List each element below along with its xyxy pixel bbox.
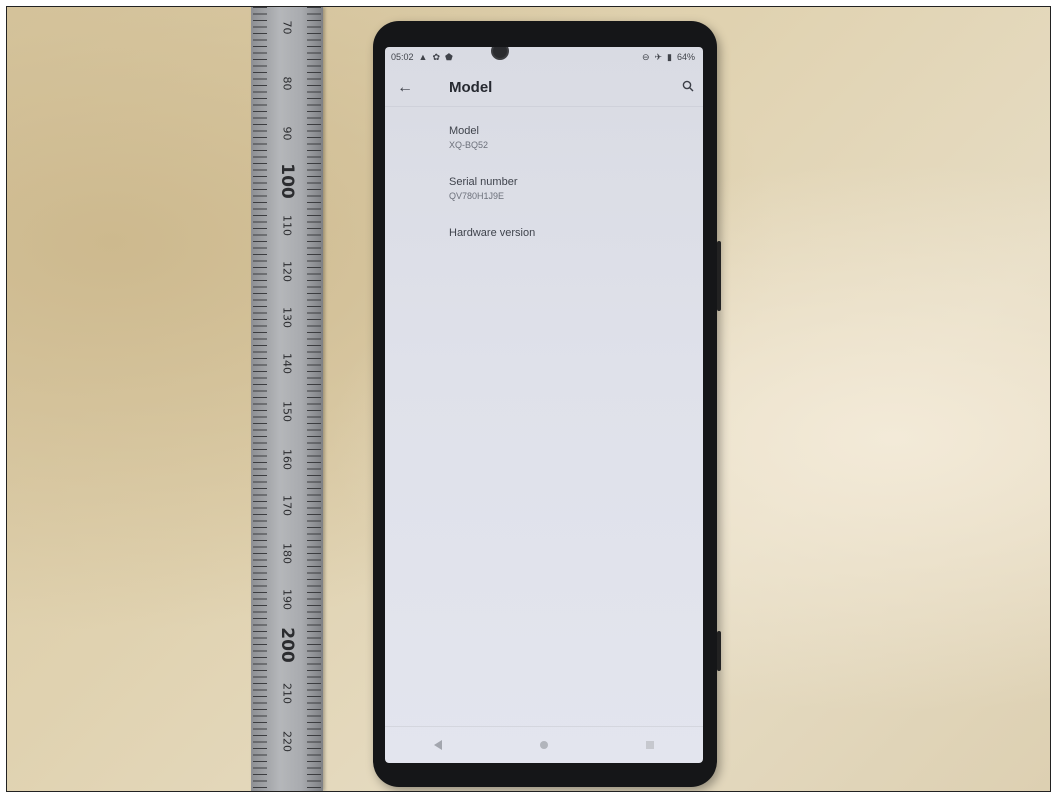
shield-icon: ⬟ <box>445 51 453 62</box>
ruler-label: 120 <box>280 261 294 282</box>
shutter-button <box>717 631 721 671</box>
airplane-icon: ✈ <box>654 51 663 62</box>
status-time: 05:02 <box>391 52 414 62</box>
power-button <box>717 241 721 311</box>
ruler-ticks-right <box>307 7 321 791</box>
ruler-ticks-left <box>253 7 267 791</box>
nav-back-icon[interactable] <box>434 740 442 750</box>
ruler-label: 130 <box>280 307 294 328</box>
item-title: Serial number <box>449 176 518 188</box>
ruler-label: 170 <box>280 495 294 516</box>
ruler-label: 180 <box>280 543 294 564</box>
list-item-serial-number[interactable]: Serial number QV780H1J9E <box>449 176 689 201</box>
item-title: Hardware version <box>449 227 536 239</box>
nav-recents-icon[interactable] <box>646 741 654 749</box>
ruler-label: 100 <box>277 163 297 199</box>
search-icon[interactable] <box>673 79 703 97</box>
ruler-label: 80 <box>280 76 294 91</box>
ruler-label: 70 <box>280 20 294 35</box>
ruler-label: 150 <box>280 401 294 422</box>
list-item-hardware-version[interactable]: Hardware version <box>449 227 689 239</box>
ruler-label: 190 <box>280 589 294 610</box>
page-title: Model <box>449 79 493 96</box>
ruler-label: 90 <box>280 126 294 141</box>
model-info-list: Model XQ-BQ52 Serial number QV780H1J9E H… <box>449 125 689 265</box>
battery-percent: 64% <box>676 52 695 62</box>
app-bar: ← Model <box>385 69 703 107</box>
phone-screen: 05:02 ▲ ✿ ⬟ ⊖ ✈ ▮ 64% ← Model Model XQ-B… <box>385 47 703 763</box>
ruler-label: 140 <box>280 353 294 374</box>
item-value: QV780H1J9E <box>449 191 505 201</box>
ruler-label: 200 <box>277 627 297 663</box>
nav-home-icon[interactable] <box>540 741 548 749</box>
navigation-bar <box>385 726 703 763</box>
ruler-label: 110 <box>280 215 294 236</box>
list-item-model[interactable]: Model XQ-BQ52 <box>449 125 689 150</box>
battery-icon: ▮ <box>667 51 672 62</box>
warning-icon: ▲ <box>418 51 428 62</box>
settings-icon: ✿ <box>432 51 440 62</box>
ruler-label: 160 <box>280 449 294 470</box>
item-value: XQ-BQ52 <box>449 140 489 150</box>
phone: 05:02 ▲ ✿ ⬟ ⊖ ✈ ▮ 64% ← Model Model XQ-B… <box>373 21 721 787</box>
photo-background: 70 80 90 100 110 120 130 140 150 160 170… <box>6 6 1051 792</box>
item-title: Model <box>449 125 479 137</box>
back-arrow-icon[interactable]: ← <box>385 79 425 97</box>
dnd-icon: ⊖ <box>641 51 650 62</box>
ruler: 70 80 90 100 110 120 130 140 150 160 170… <box>251 7 323 791</box>
status-bar: 05:02 ▲ ✿ ⬟ ⊖ ✈ ▮ 64% <box>385 47 703 67</box>
ruler-label: 210 <box>280 683 294 704</box>
ruler-label: 220 <box>280 731 294 752</box>
